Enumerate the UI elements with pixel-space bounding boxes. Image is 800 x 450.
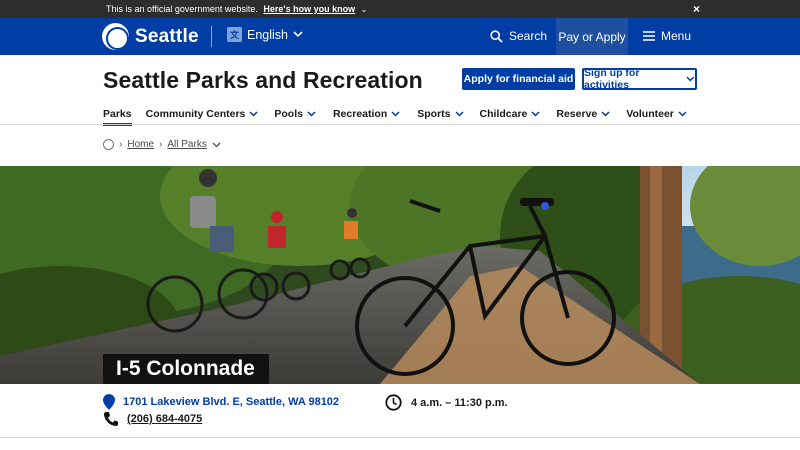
address-link[interactable]: 1701 Lakeview Blvd. E, Seattle, WA 98102 <box>103 394 339 410</box>
nav-item-recreation[interactable]: Recreation <box>333 105 400 123</box>
apply-financial-aid-button[interactable]: Apply for financial aid <box>462 68 575 90</box>
breadcrumb-separator: › <box>159 139 163 150</box>
phone-icon <box>104 412 118 426</box>
nav-label: Childcare <box>479 108 528 120</box>
breadcrumb: › Home › All Parks <box>103 139 221 150</box>
nav-item-parks[interactable]: Parks <box>103 105 132 126</box>
gov-banner-link[interactable]: Here's how you know <box>263 4 355 14</box>
hours-text: 4 a.m. – 11:30 p.m. <box>411 396 508 409</box>
section-nav: Parks Community Centers Pools Recreation… <box>103 105 687 126</box>
info-divider <box>0 437 800 438</box>
breadcrumb-all-parks-link[interactable]: All Parks <box>167 139 206 150</box>
chevron-down-icon <box>601 111 610 117</box>
chevron-down-icon <box>678 111 687 117</box>
chevron-down-icon <box>249 111 258 117</box>
breadcrumb-home-link[interactable]: Home <box>127 139 154 150</box>
breadcrumb-separator: › <box>119 139 123 150</box>
nav-label: Volunteer <box>626 108 674 120</box>
nav-label: Pools <box>274 108 303 120</box>
header-divider <box>211 26 212 47</box>
nav-label: Parks <box>103 108 132 120</box>
hero-image <box>0 166 800 384</box>
chevron-down-icon <box>391 111 400 117</box>
seal-logo-icon <box>102 23 129 50</box>
menu-button[interactable]: Menu <box>643 29 691 43</box>
seattle-logo[interactable]: Seattle <box>102 23 199 50</box>
nav-item-childcare[interactable]: Childcare <box>480 105 541 123</box>
sign-up-label: Sign up for activities <box>584 67 640 91</box>
translate-icon: 文 <box>227 27 242 42</box>
chevron-down-icon <box>307 111 316 117</box>
chevron-down-icon <box>293 31 303 38</box>
search-label: Search <box>509 29 548 43</box>
gov-banner-text: This is an official government website. <box>106 4 258 14</box>
chevron-down-icon: ⌄ <box>360 5 368 14</box>
nav-label: Community Centers <box>145 108 246 120</box>
nav-label: Recreation <box>332 108 388 120</box>
nav-label: Reserve <box>556 108 598 120</box>
nav-item-volunteer[interactable]: Volunteer <box>626 105 687 123</box>
chevron-down-icon[interactable] <box>212 142 221 148</box>
gov-banner-message: This is an official government website. … <box>106 4 367 14</box>
gov-banner: This is an official government website. … <box>0 0 800 18</box>
map-pin-icon <box>103 394 115 410</box>
nav-item-pools[interactable]: Pools <box>274 105 316 123</box>
hours: 4 a.m. – 11:30 p.m. <box>385 394 508 411</box>
nav-item-sports[interactable]: Sports <box>417 105 464 123</box>
language-selector[interactable]: 文 English <box>227 27 303 42</box>
phone-link[interactable]: (206) 684-4075 <box>103 411 202 427</box>
pay-or-apply-button[interactable]: Pay or Apply <box>556 18 628 55</box>
site-header: Seattle 文 English Search Pay or Apply Me… <box>0 18 800 55</box>
page-title: Seattle Parks and Recreation <box>103 67 423 93</box>
phone-number: (206) 684-4075 <box>127 413 203 425</box>
address-text: 1701 Lakeview Blvd. E, Seattle, WA 98102 <box>123 396 340 408</box>
search-icon <box>490 29 503 43</box>
menu-label: Menu <box>661 29 692 43</box>
logo-text: Seattle <box>135 25 199 47</box>
nav-item-reserve[interactable]: Reserve <box>556 105 610 123</box>
globe-icon <box>103 139 114 150</box>
nav-item-community-centers[interactable]: Community Centers <box>146 105 259 123</box>
nav-divider <box>0 124 800 125</box>
chevron-down-icon <box>454 111 464 117</box>
clock-icon <box>385 394 402 411</box>
close-icon[interactable]: × <box>693 2 700 16</box>
search-button[interactable]: Search <box>490 29 547 43</box>
language-label: English <box>247 27 288 42</box>
chevron-down-icon <box>686 76 695 82</box>
park-name-heading: I-5 Colonnade <box>103 354 269 384</box>
chevron-down-icon <box>531 111 540 117</box>
sign-up-activities-button[interactable]: Sign up for activities <box>582 67 697 91</box>
hero-photo-illustration <box>0 166 800 384</box>
nav-label: Sports <box>417 108 451 120</box>
hamburger-icon <box>643 31 655 41</box>
